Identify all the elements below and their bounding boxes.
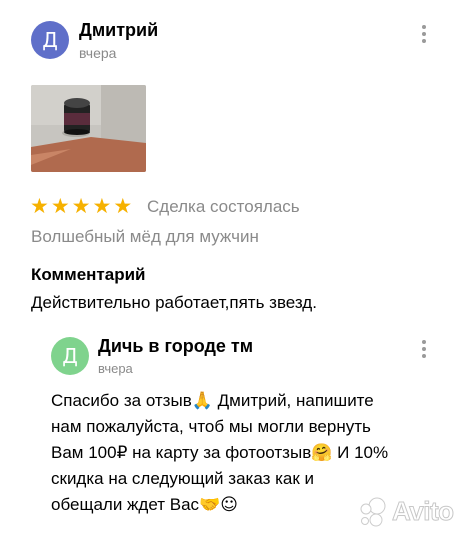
review-date: вчера: [79, 45, 117, 61]
reply-line: нам пожалуйста, чтоб мы могли вернуть: [51, 417, 371, 436]
smiling-face-icon: ☺: [220, 495, 238, 515]
avito-logo-icon: [360, 497, 386, 526]
star-icon: ★: [71, 194, 91, 218]
review-photo[interactable]: [31, 85, 146, 172]
review-more-icon[interactable]: [421, 25, 427, 43]
comment-text: Действительно работает,пять звезд.: [31, 293, 317, 312]
folded-hands-icon: 🙏: [191, 391, 213, 411]
comment-heading: Комментарий: [31, 265, 146, 284]
reply-line: Вам 100₽ на карту за фотоотзыв🤗 И 10%: [51, 443, 389, 463]
handshake-icon: 🤝: [199, 495, 221, 515]
review-author[interactable]: Дмитрий: [79, 20, 158, 41]
rating-stars: ★ ★ ★ ★ ★: [30, 195, 132, 217]
reply-author[interactable]: Дичь в городе тм: [98, 336, 253, 357]
star-icon: ★: [92, 194, 112, 218]
hugging-face-icon: 🤗: [311, 443, 333, 463]
reply-avatar[interactable]: Д: [51, 337, 89, 375]
reply-more-icon[interactable]: [421, 340, 427, 358]
star-icon: ★: [113, 194, 133, 218]
avito-wordmark: Avito: [392, 496, 455, 527]
product-name[interactable]: Волшебный мёд для мужчин: [31, 227, 259, 247]
reply-date: вчера: [98, 361, 133, 376]
reply-line: Спасибо за отзыв🙏 Дмитрий, напишите: [51, 391, 374, 411]
jar-photo-image: [31, 85, 146, 172]
reply-line: скидка на следующий заказ как и: [51, 469, 315, 488]
star-icon: ★: [30, 194, 49, 218]
review-avatar[interactable]: Д: [31, 21, 69, 59]
deal-status: Сделка состоялась: [147, 197, 300, 216]
avito-watermark: Avito: [358, 496, 455, 527]
star-icon: ★: [50, 194, 70, 218]
